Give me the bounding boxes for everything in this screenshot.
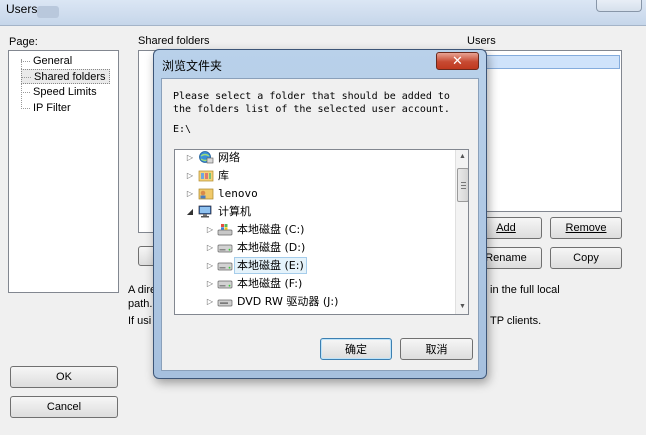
expand-arrow-icon[interactable]: ▷ bbox=[205, 239, 215, 256]
system-drive-icon bbox=[217, 224, 233, 236]
hard-drive-icon bbox=[217, 244, 233, 253]
computer-icon bbox=[198, 205, 212, 218]
dialog-cancel-button[interactable]: 取消 bbox=[400, 338, 473, 360]
tree-node-label: 本地磁盘 (E:) bbox=[234, 257, 307, 274]
expand-arrow-icon[interactable]: ▷ bbox=[205, 275, 215, 292]
rename-user-label: Rename bbox=[485, 252, 527, 264]
expand-arrow-icon[interactable]: ▷ bbox=[185, 185, 195, 202]
cancel-label: Cancel bbox=[46, 401, 82, 413]
description-line-3-right: TP clients. bbox=[490, 315, 542, 327]
description-line-1-right: in the full local bbox=[490, 284, 560, 296]
page-item-general[interactable]: General bbox=[21, 54, 72, 69]
tree-node-drive-f[interactable]: ▷ 本地磁盘 (F:) bbox=[175, 275, 455, 292]
tree-node-label: 本地磁盘 (F:) bbox=[237, 277, 303, 290]
tree-node-label: 计算机 bbox=[218, 205, 251, 218]
tree-node-label: 本地磁盘 (C:) bbox=[237, 223, 305, 236]
selected-user-row[interactable] bbox=[470, 55, 620, 69]
dialog-cancel-label: 取消 bbox=[425, 343, 448, 356]
scroll-up-arrow-icon[interactable]: ▲ bbox=[456, 150, 468, 164]
dialog-close-button[interactable]: ✕ bbox=[436, 52, 479, 70]
dialog-client-area: Please select a folder that should be ad… bbox=[161, 78, 479, 371]
folder-tree-scrollbar[interactable]: ▲ ▼ bbox=[455, 150, 468, 314]
tree-node-computer[interactable]: ◢ 计算机 bbox=[175, 203, 455, 220]
ok-button[interactable]: OK bbox=[10, 366, 118, 388]
page-item-shared-folders[interactable]: Shared folders bbox=[21, 69, 110, 84]
add-user-label: Add bbox=[496, 222, 516, 234]
tree-node-network[interactable]: ▷ 网络 bbox=[175, 150, 455, 166]
description-line-1: A dire bbox=[128, 284, 157, 296]
instruction-line-1: Please select a folder that should be ad… bbox=[173, 91, 450, 102]
current-path: E:\ bbox=[173, 124, 192, 135]
collapse-arrow-icon[interactable]: ◢ bbox=[185, 203, 195, 220]
expand-arrow-icon[interactable]: ▷ bbox=[185, 167, 195, 184]
ok-label: OK bbox=[56, 371, 72, 383]
expand-arrow-icon[interactable]: ▷ bbox=[205, 257, 215, 274]
tree-node-lenovo[interactable]: ▷ lenovo bbox=[175, 185, 455, 202]
expand-arrow-icon[interactable]: ▷ bbox=[205, 293, 215, 310]
folder-tree[interactable]: ▷ 网络 ▷ 库 ▷ lenovo ◢ 计算机 ▷ 本地磁盘 (C:) ▷ 本地… bbox=[174, 149, 469, 315]
description-line-2: path. bbox=[128, 298, 153, 310]
users-label: Users bbox=[467, 35, 496, 47]
expand-arrow-icon[interactable]: ▷ bbox=[205, 221, 215, 238]
tree-node-drive-j[interactable]: ▷ DVD RW 驱动器 (J:) bbox=[175, 293, 455, 310]
shared-folders-label: Shared folders bbox=[138, 35, 210, 47]
scrollbar-thumb[interactable] bbox=[457, 168, 468, 202]
user-folder-icon bbox=[198, 188, 214, 200]
tree-node-drive-c[interactable]: ▷ 本地磁盘 (C:) bbox=[175, 221, 455, 238]
copy-user-button[interactable]: Copy bbox=[550, 247, 622, 269]
tree-node-label: 库 bbox=[218, 169, 229, 182]
browse-folder-dialog: 浏览文件夹 ✕ Please select a folder that shou… bbox=[153, 49, 487, 379]
page-item-ip-filter[interactable]: IP Filter bbox=[21, 101, 71, 116]
instruction-line-2: the folders list of the selected user ac… bbox=[173, 104, 450, 115]
title-blur-decoration bbox=[37, 6, 59, 18]
hard-drive-icon bbox=[217, 262, 233, 271]
tree-node-label: 本地磁盘 (D:) bbox=[237, 241, 306, 254]
library-icon bbox=[198, 170, 214, 182]
scroll-down-arrow-icon[interactable]: ▼ bbox=[456, 300, 468, 314]
tree-node-label: 网络 bbox=[218, 151, 240, 164]
dvd-drive-icon bbox=[217, 299, 233, 307]
tree-node-label: DVD RW 驱动器 (J:) bbox=[237, 295, 339, 308]
window-titlebar[interactable] bbox=[0, 0, 646, 26]
page-tree: General Shared folders Speed Limits IP F… bbox=[8, 50, 119, 293]
dialog-ok-label: 确定 bbox=[345, 343, 367, 356]
tree-node-drive-e[interactable]: ▷ 本地磁盘 (E:) bbox=[175, 257, 455, 274]
tree-node-label: lenovo bbox=[218, 187, 258, 200]
remove-user-button[interactable]: Remove bbox=[550, 217, 622, 239]
remove-user-label: Remove bbox=[565, 222, 607, 234]
page-label: Page: bbox=[9, 36, 38, 48]
cancel-button[interactable]: Cancel bbox=[10, 396, 118, 418]
window-title: Users bbox=[6, 2, 38, 16]
page-item-speed-limits[interactable]: Speed Limits bbox=[21, 85, 97, 100]
description-line-3: If usi bbox=[128, 315, 152, 327]
close-icon: ✕ bbox=[452, 53, 463, 68]
hard-drive-icon bbox=[217, 280, 233, 289]
users-list[interactable] bbox=[466, 50, 622, 212]
tree-node-library[interactable]: ▷ 库 bbox=[175, 167, 455, 184]
dialog-ok-button[interactable]: 确定 bbox=[320, 338, 392, 360]
tree-node-drive-d[interactable]: ▷ 本地磁盘 (D:) bbox=[175, 239, 455, 256]
copy-user-label: Copy bbox=[573, 252, 599, 264]
dialog-title: 浏览文件夹 bbox=[162, 59, 223, 73]
window-close-button[interactable] bbox=[596, 0, 642, 12]
expand-arrow-icon[interactable]: ▷ bbox=[185, 150, 195, 166]
network-icon bbox=[199, 151, 214, 164]
